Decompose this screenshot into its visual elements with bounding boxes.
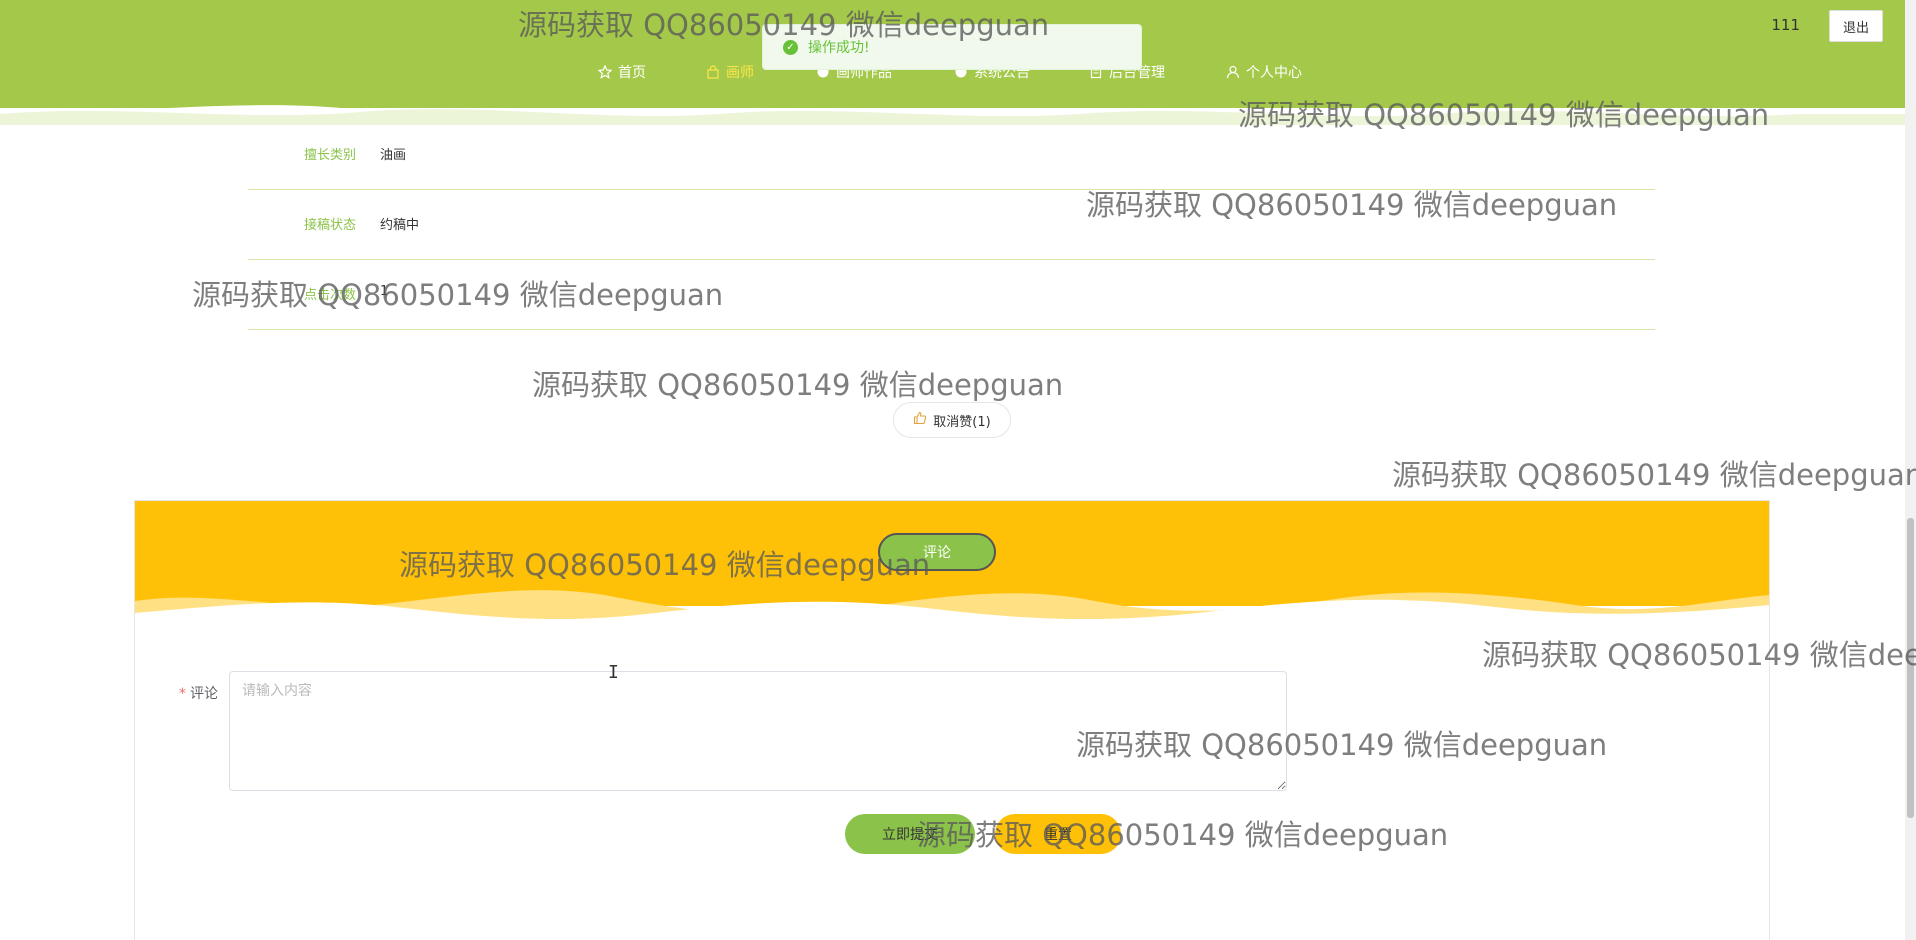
info-value: 1 (380, 284, 389, 299)
bag-icon (706, 65, 720, 79)
info-row-category: 擅长类别 油画 (248, 120, 1655, 190)
reset-button[interactable]: 重置 (995, 814, 1121, 854)
info-label: 点击次数 (304, 288, 357, 303)
user-name: 111 (1771, 16, 1800, 34)
user-icon (1226, 65, 1240, 79)
submit-button[interactable]: 立即提交 (845, 814, 975, 854)
info-value: 约稿中 (380, 218, 420, 233)
nav-item-profile[interactable]: 个人中心 (1226, 62, 1302, 82)
text-cursor-icon: I (608, 662, 619, 683)
info-label: 接稿状态 (304, 218, 357, 233)
watermark-text: 源码获取 QQ86050149 微信deepguan (1392, 458, 1916, 492)
check-circle-icon: ✓ (783, 39, 798, 55)
comment-label-text: 评论 (190, 686, 218, 702)
info-row-clicks: 点击次数 1 (248, 260, 1655, 330)
nav-item-artists[interactable]: 画师 (706, 62, 754, 82)
nav-label: 画师 (726, 65, 754, 81)
nav-label: 首页 (618, 65, 646, 81)
success-toast: ✓ 操作成功! (762, 24, 1142, 70)
comment-textarea[interactable] (229, 671, 1287, 791)
tab-comment[interactable]: 评论 (878, 533, 996, 571)
like-label: 取消赞(1) (933, 414, 991, 430)
logout-button[interactable]: 退出 (1829, 10, 1883, 42)
scrollbar-thumb[interactable] (1907, 518, 1914, 818)
comment-field-label: * 评论 (179, 683, 218, 703)
comment-panel: 评论 *评论 立即提交 重置 (134, 500, 1770, 940)
required-mark: * (179, 686, 186, 702)
thumbs-up-icon (913, 411, 927, 429)
watermark-text: 源码获取 QQ86050149 微信deepguan (532, 368, 1064, 402)
nav-item-home[interactable]: 首页 (597, 62, 646, 82)
star-icon (597, 64, 613, 79)
info-row-status: 接稿状态 约稿中 (248, 190, 1655, 260)
nav-label: 个人中心 (1246, 65, 1302, 81)
toast-message: 操作成功! (808, 40, 870, 56)
unlike-button[interactable]: 取消赞(1) (893, 402, 1011, 438)
info-label: 擅长类别 (304, 148, 357, 163)
info-value: 油画 (380, 148, 407, 163)
